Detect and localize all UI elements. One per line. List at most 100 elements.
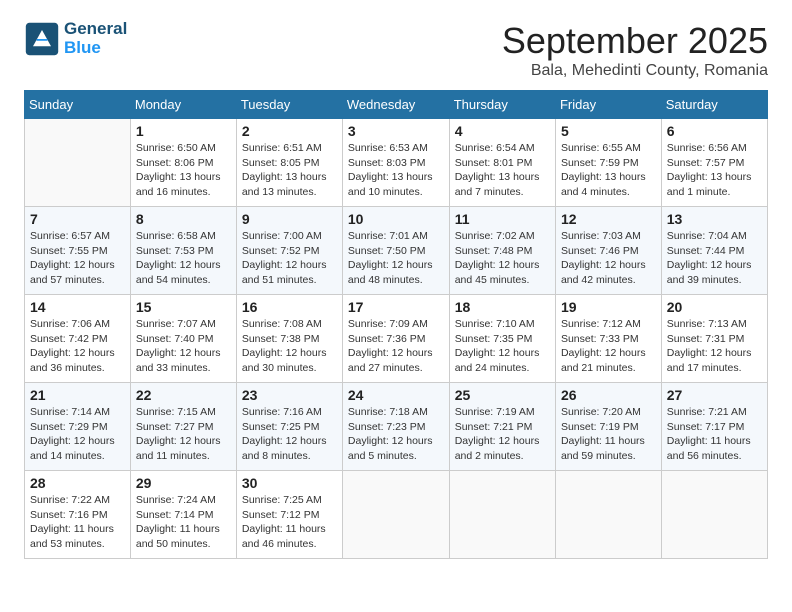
day-number: 12 <box>561 211 656 227</box>
day-info: Sunrise: 6:54 AM Sunset: 8:01 PM Dayligh… <box>455 141 550 200</box>
day-info: Sunrise: 7:01 AM Sunset: 7:50 PM Dayligh… <box>348 229 444 288</box>
calendar-day-cell: 14Sunrise: 7:06 AM Sunset: 7:42 PM Dayli… <box>25 295 131 383</box>
logo-icon <box>24 21 60 57</box>
day-number: 1 <box>136 123 231 139</box>
calendar-day-cell <box>661 471 767 559</box>
calendar-day-cell: 16 Sunrise: 7:08 AM Sunset: 7:38 PM Dayli… <box>236 295 342 383</box>
day-number: 28 <box>30 475 125 491</box>
day-number: 17 <box>348 299 444 315</box>
calendar-week-row: 21 Sunrise: 7:14 AM Sunset: 7:29 PM Dayli… <box>25 383 768 471</box>
calendar-day-cell: 21 Sunrise: 7:14 AM Sunset: 7:29 PM Dayli… <box>25 383 131 471</box>
day-number: 2 <box>242 123 337 139</box>
calendar-day-cell: 18 Sunrise: 7:10 AM Sunset: 7:35 PM Dayli… <box>449 295 555 383</box>
day-info: Sunrise: 7:04 AM Sunset: 7:44 PM Dayligh… <box>667 229 762 288</box>
calendar-week-row: 1 Sunrise: 6:50 AM Sunset: 8:06 PM Daylig… <box>25 119 768 207</box>
day-info: Sunrise: 7:18 AM Sunset: 7:23 PM Dayligh… <box>348 405 444 464</box>
day-info: Sunrise: 7:02 AM Sunset: 7:48 PM Dayligh… <box>455 229 550 288</box>
calendar-day-cell: 29Sunrise: 7:24 AM Sunset: 7:14 PM Dayli… <box>130 471 236 559</box>
day-info: Sunrise: 7:09 AM Sunset: 7:36 PM Dayligh… <box>348 317 444 376</box>
day-number: 8 <box>136 211 231 227</box>
day-info: Sunrise: 7:24 AM Sunset: 7:14 PM Dayligh… <box>136 493 231 552</box>
day-info: Sunrise: 6:55 AM Sunset: 7:59 PM Dayligh… <box>561 141 656 200</box>
calendar-day-cell: 7 Sunrise: 6:57 AM Sunset: 7:55 PM Daylig… <box>25 207 131 295</box>
month-title: September 2025 <box>502 20 768 62</box>
calendar-day-cell: 28 Sunrise: 7:22 AM Sunset: 7:16 PM Dayli… <box>25 471 131 559</box>
day-info: Sunrise: 7:15 AM Sunset: 7:27 PM Dayligh… <box>136 405 231 464</box>
calendar-day-cell: 30Sunrise: 7:25 AM Sunset: 7:12 PM Dayli… <box>236 471 342 559</box>
calendar-day-cell: 13 Sunrise: 7:04 AM Sunset: 7:44 PM Dayli… <box>661 207 767 295</box>
day-number: 13 <box>667 211 762 227</box>
calendar-day-cell <box>342 471 449 559</box>
day-number: 3 <box>348 123 444 139</box>
day-number: 18 <box>455 299 550 315</box>
calendar-day-cell: 15Sunrise: 7:07 AM Sunset: 7:40 PM Dayli… <box>130 295 236 383</box>
day-number: 19 <box>561 299 656 315</box>
day-info: Sunrise: 7:03 AM Sunset: 7:46 PM Dayligh… <box>561 229 656 288</box>
calendar-day-cell: 22 Sunrise: 7:15 AM Sunset: 7:27 PM Dayli… <box>130 383 236 471</box>
day-number: 21 <box>30 387 125 403</box>
calendar-day-cell: 5 Sunrise: 6:55 AM Sunset: 7:59 PM Daylig… <box>555 119 661 207</box>
calendar-day-cell: 24 Sunrise: 7:18 AM Sunset: 7:23 PM Dayli… <box>342 383 449 471</box>
calendar-day-cell: 23Sunrise: 7:16 AM Sunset: 7:25 PM Dayli… <box>236 383 342 471</box>
calendar-day-cell: 17 Sunrise: 7:09 AM Sunset: 7:36 PM Dayli… <box>342 295 449 383</box>
calendar-day-cell: 20 Sunrise: 7:13 AM Sunset: 7:31 PM Dayli… <box>661 295 767 383</box>
day-info: Sunrise: 7:10 AM Sunset: 7:35 PM Dayligh… <box>455 317 550 376</box>
day-number: 25 <box>455 387 550 403</box>
day-info: Sunrise: 6:51 AM Sunset: 8:05 PM Dayligh… <box>242 141 337 200</box>
day-info: Sunrise: 6:58 AM Sunset: 7:53 PM Dayligh… <box>136 229 231 288</box>
day-number: 24 <box>348 387 444 403</box>
day-info: Sunrise: 7:22 AM Sunset: 7:16 PM Dayligh… <box>30 493 125 552</box>
calendar-week-row: 7 Sunrise: 6:57 AM Sunset: 7:55 PM Daylig… <box>25 207 768 295</box>
calendar-day-cell <box>25 119 131 207</box>
day-number: 22 <box>136 387 231 403</box>
day-number: 23 <box>242 387 337 403</box>
calendar-day-cell: 25 Sunrise: 7:19 AM Sunset: 7:21 PM Dayli… <box>449 383 555 471</box>
calendar: SundayMondayTuesdayWednesdayThursdayFrid… <box>24 90 768 559</box>
day-info: Sunrise: 7:07 AM Sunset: 7:40 PM Dayligh… <box>136 317 231 376</box>
day-info: Sunrise: 7:14 AM Sunset: 7:29 PM Dayligh… <box>30 405 125 464</box>
title-section: September 2025 Bala, Mehedinti County, R… <box>502 20 768 80</box>
calendar-day-cell: 9 Sunrise: 7:00 AM Sunset: 7:52 PM Daylig… <box>236 207 342 295</box>
day-number: 26 <box>561 387 656 403</box>
weekday-header: Thursday <box>449 91 555 119</box>
day-number: 11 <box>455 211 550 227</box>
weekday-header: Monday <box>130 91 236 119</box>
day-info: Sunrise: 6:57 AM Sunset: 7:55 PM Dayligh… <box>30 229 125 288</box>
day-info: Sunrise: 7:21 AM Sunset: 7:17 PM Dayligh… <box>667 405 762 464</box>
calendar-day-cell: 1 Sunrise: 6:50 AM Sunset: 8:06 PM Daylig… <box>130 119 236 207</box>
calendar-week-row: 28 Sunrise: 7:22 AM Sunset: 7:16 PM Dayli… <box>25 471 768 559</box>
calendar-day-cell: 8 Sunrise: 6:58 AM Sunset: 7:53 PM Daylig… <box>130 207 236 295</box>
calendar-day-cell <box>555 471 661 559</box>
day-info: Sunrise: 6:53 AM Sunset: 8:03 PM Dayligh… <box>348 141 444 200</box>
calendar-day-cell: 11 Sunrise: 7:02 AM Sunset: 7:48 PM Dayli… <box>449 207 555 295</box>
day-info: Sunrise: 7:00 AM Sunset: 7:52 PM Dayligh… <box>242 229 337 288</box>
header: General Blue September 2025 Bala, Mehedi… <box>24 20 768 80</box>
weekday-header: Friday <box>555 91 661 119</box>
day-number: 4 <box>455 123 550 139</box>
logo-blue: Blue <box>64 39 127 58</box>
day-info: Sunrise: 7:13 AM Sunset: 7:31 PM Dayligh… <box>667 317 762 376</box>
day-info: Sunrise: 7:25 AM Sunset: 7:12 PM Dayligh… <box>242 493 337 552</box>
calendar-day-cell: 2 Sunrise: 6:51 AM Sunset: 8:05 PM Daylig… <box>236 119 342 207</box>
day-info: Sunrise: 7:20 AM Sunset: 7:19 PM Dayligh… <box>561 405 656 464</box>
calendar-day-cell: 26 Sunrise: 7:20 AM Sunset: 7:19 PM Dayli… <box>555 383 661 471</box>
day-number: 16 <box>242 299 337 315</box>
logo-text: General Blue <box>64 20 127 57</box>
calendar-day-cell: 6Sunrise: 6:56 AM Sunset: 7:57 PM Daylig… <box>661 119 767 207</box>
day-number: 7 <box>30 211 125 227</box>
calendar-day-cell: 27Sunrise: 7:21 AM Sunset: 7:17 PM Dayli… <box>661 383 767 471</box>
day-info: Sunrise: 6:50 AM Sunset: 8:06 PM Dayligh… <box>136 141 231 200</box>
day-info: Sunrise: 7:19 AM Sunset: 7:21 PM Dayligh… <box>455 405 550 464</box>
weekday-header: Wednesday <box>342 91 449 119</box>
day-info: Sunrise: 6:56 AM Sunset: 7:57 PM Dayligh… <box>667 141 762 200</box>
weekday-header: Tuesday <box>236 91 342 119</box>
weekday-header-row: SundayMondayTuesdayWednesdayThursdayFrid… <box>25 91 768 119</box>
weekday-header: Sunday <box>25 91 131 119</box>
calendar-day-cell <box>449 471 555 559</box>
day-info: Sunrise: 7:12 AM Sunset: 7:33 PM Dayligh… <box>561 317 656 376</box>
day-number: 9 <box>242 211 337 227</box>
day-number: 20 <box>667 299 762 315</box>
day-info: Sunrise: 7:08 AM Sunset: 7:38 PM Dayligh… <box>242 317 337 376</box>
day-number: 5 <box>561 123 656 139</box>
calendar-week-row: 14Sunrise: 7:06 AM Sunset: 7:42 PM Dayli… <box>25 295 768 383</box>
